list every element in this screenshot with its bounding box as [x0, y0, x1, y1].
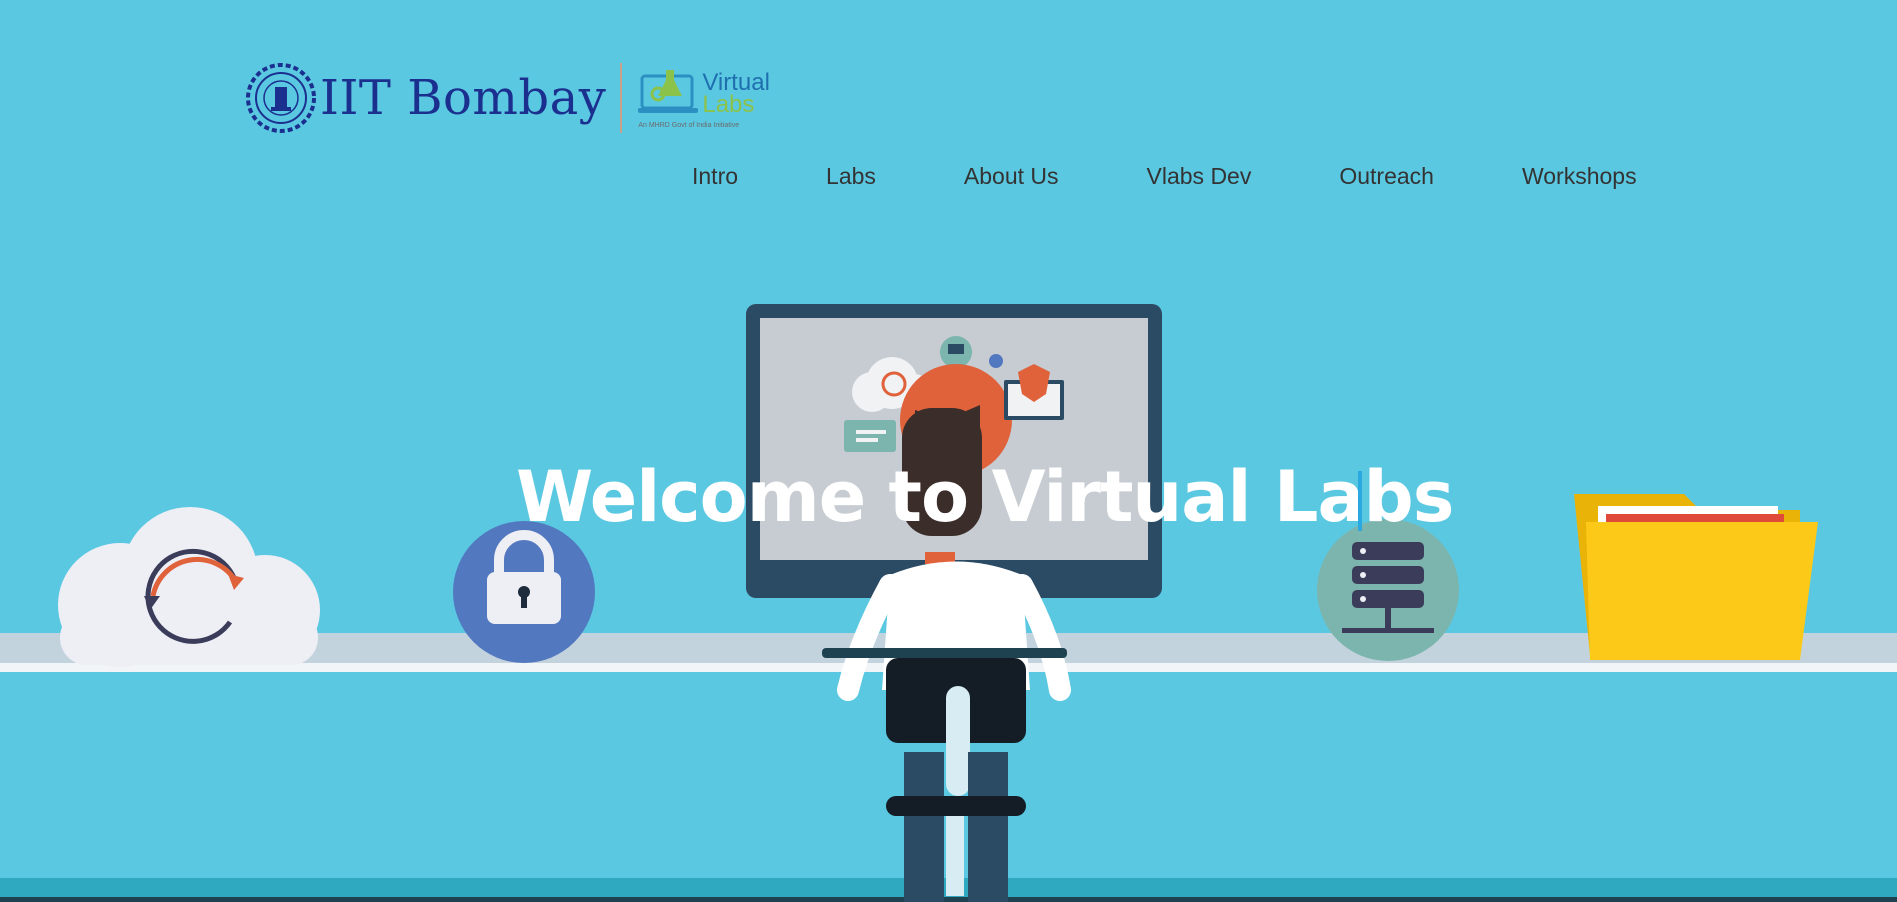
folder-icon	[1574, 494, 1818, 660]
virtual-labs-laptop-icon	[638, 69, 699, 113]
server-icon	[1317, 519, 1459, 661]
nav-outreach[interactable]: Outreach	[1339, 163, 1434, 190]
main-nav: Intro Labs About Us Vlabs Dev Outreach W…	[692, 163, 1637, 190]
institute-name: IIT Bombay	[320, 70, 607, 126]
virtual-labs-logo: Virtual Labs An MHRD Govt of India Initi…	[638, 68, 770, 129]
padlock-icon	[453, 521, 595, 663]
nav-labs[interactable]: Labs	[826, 163, 876, 190]
typing-cursor	[1358, 471, 1362, 531]
iit-bombay-seal-icon	[246, 63, 316, 133]
logo-divider	[620, 63, 623, 133]
nav-about-us[interactable]: About Us	[964, 163, 1059, 190]
nav-intro[interactable]: Intro	[692, 163, 738, 190]
virtual-labs-tagline: An MHRD Govt of India Initiative	[638, 121, 740, 129]
hero-title: Welcome to Virtual Labs	[516, 456, 1454, 538]
nav-workshops[interactable]: Workshops	[1522, 163, 1637, 190]
site-logo[interactable]: IIT Bombay Virtual Labs An MHRD Govt of …	[246, 60, 770, 136]
virtual-labs-word2: Labs	[702, 90, 755, 118]
nav-vlabs-dev[interactable]: Vlabs Dev	[1147, 163, 1252, 190]
